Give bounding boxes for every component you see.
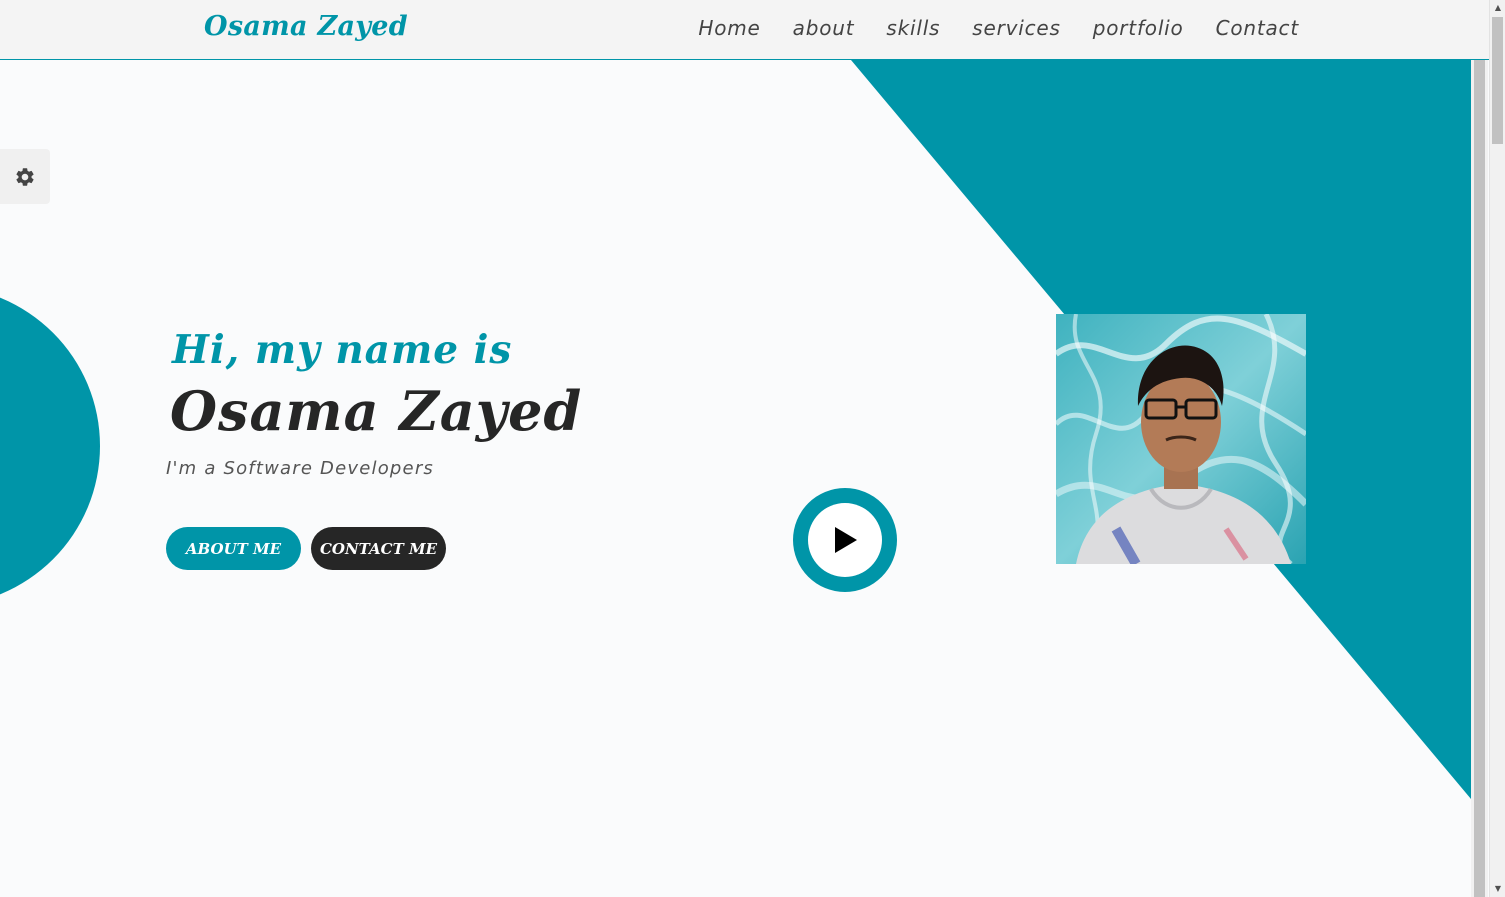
gear-icon	[16, 167, 34, 186]
nav-link-home[interactable]: Home	[698, 16, 760, 40]
hero-greeting: Hi, my name is	[172, 327, 513, 373]
play-video-button[interactable]	[793, 488, 897, 592]
profile-photo	[1056, 314, 1306, 564]
portfolio-page: Osama Zayed Home about skills services p…	[0, 0, 1505, 897]
content-scroll-thumb[interactable]	[1474, 60, 1485, 897]
nav-link-about[interactable]: about	[793, 16, 855, 40]
nav-link-portfolio[interactable]: portfolio	[1093, 16, 1184, 40]
window-scrollbar[interactable]: ▲ ▼	[1489, 0, 1505, 897]
profile-portrait-image	[1056, 314, 1306, 564]
hero-role: I'm a Software Developers	[166, 458, 434, 479]
nav-link-services[interactable]: services	[972, 16, 1060, 40]
nav-links: Home about skills services portfolio Con…	[666, 16, 1299, 40]
left-accent-circle	[0, 297, 100, 595]
settings-toggle-button[interactable]	[0, 149, 50, 204]
content-scrollbar[interactable]	[1471, 60, 1488, 897]
scroll-up-arrow-icon[interactable]: ▲	[1490, 0, 1505, 16]
play-icon	[835, 527, 857, 553]
nav-link-contact[interactable]: Contact	[1216, 16, 1299, 40]
scroll-down-arrow-icon[interactable]: ▼	[1490, 881, 1505, 897]
nav-link-skills[interactable]: skills	[886, 16, 940, 40]
brand-logo[interactable]: Osama Zayed	[204, 11, 408, 42]
contact-me-button[interactable]: CONTACT ME	[311, 527, 446, 570]
window-scroll-thumb[interactable]	[1492, 17, 1503, 144]
about-me-button[interactable]: ABOUT ME	[166, 527, 301, 570]
top-navbar: Osama Zayed Home about skills services p…	[0, 0, 1489, 60]
hero-name: Osama Zayed	[170, 379, 583, 443]
play-button-inner	[808, 503, 882, 577]
